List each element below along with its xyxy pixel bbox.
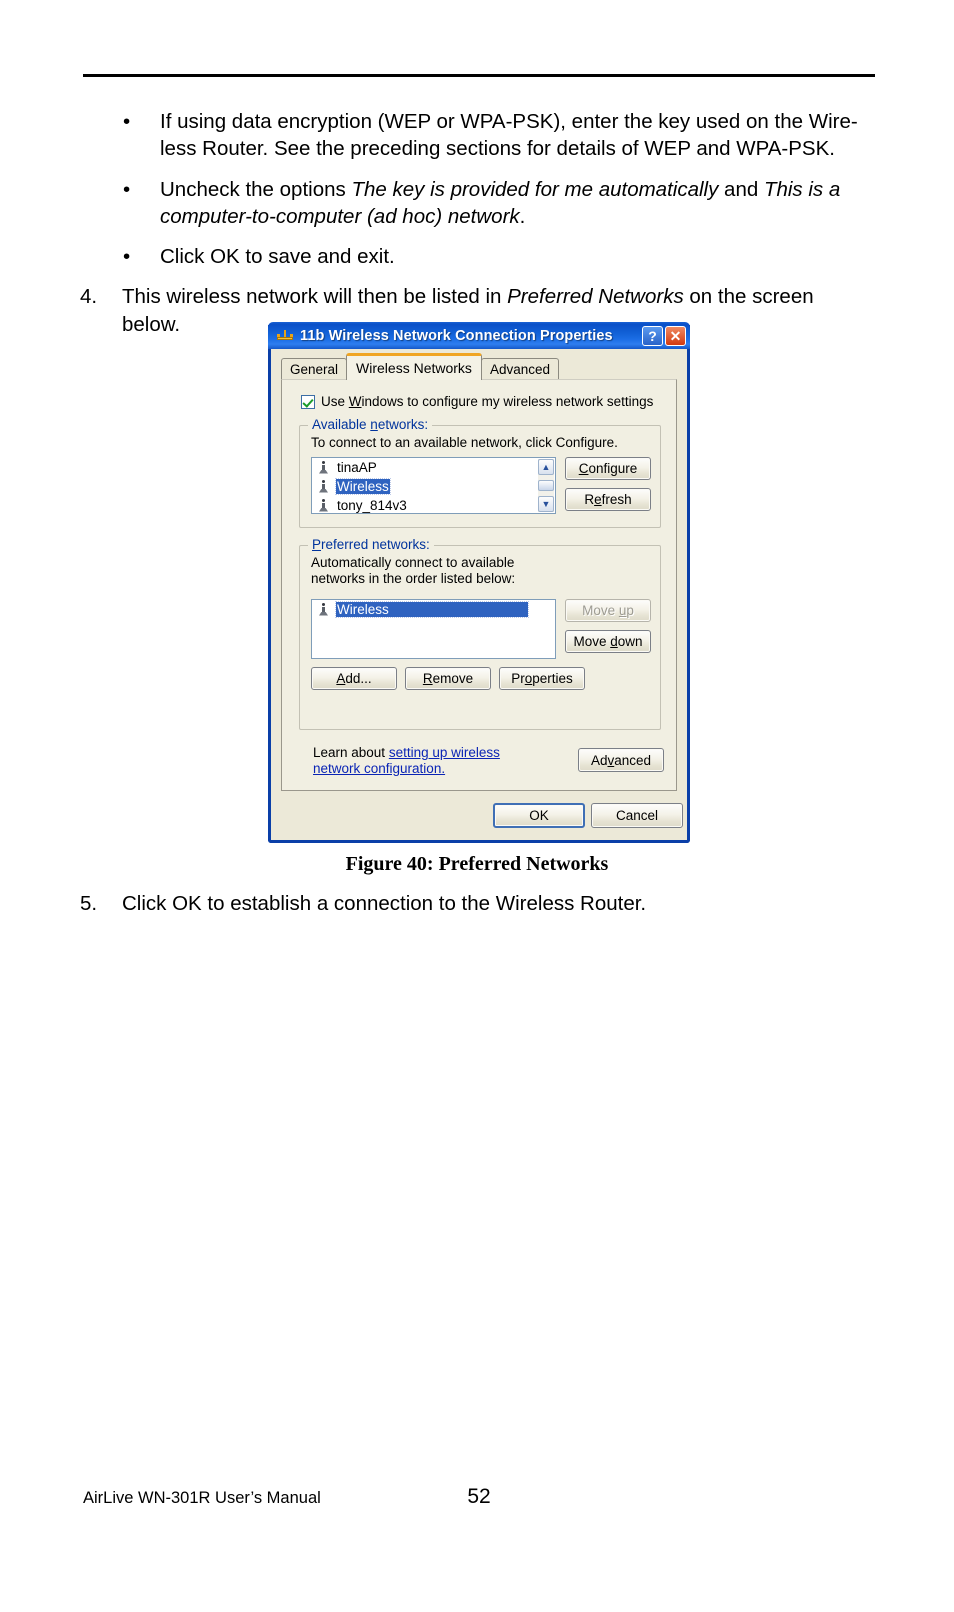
move-down-button-label: Move down [573, 634, 643, 649]
close-icon[interactable]: ✕ [665, 325, 686, 346]
learn-about-text: Learn about setting up wireless network … [313, 745, 513, 777]
wireless-network-icon [318, 479, 329, 494]
list-item[interactable]: tony_814v3 [312, 496, 555, 513]
list-item: • Click OK to save and exit. [0, 243, 954, 270]
cancel-button[interactable]: Cancel [591, 803, 683, 828]
caption-buttons: ? ✕ [642, 325, 686, 346]
wireless-network-icon [318, 460, 329, 475]
bullet-marker: • [123, 177, 131, 201]
properties-button-label: Properties [511, 671, 573, 686]
header-rule [83, 74, 875, 77]
list-item: • If using data encryption (WEP or WPA-P… [0, 108, 954, 163]
dialog-title-bar: 11b Wireless Network Connection Properti… [268, 322, 690, 349]
figure-caption: Figure 40: Preferred Networks [345, 853, 609, 875]
network-name: tony_814v3 [337, 498, 407, 513]
preferred-networks-listbox[interactable]: Wireless [311, 599, 556, 659]
step-text: Click OK to establish a connection to th… [122, 892, 647, 915]
list-item: • Uncheck the options The key is provide… [0, 176, 954, 231]
properties-button[interactable]: Properties [499, 667, 585, 690]
wireless-network-icon [318, 498, 329, 513]
step-number: 4. [80, 285, 98, 309]
footer-page-number: 52 [467, 1485, 491, 1508]
numbered-step-5: 5. Click OK to establish a connection to… [0, 890, 954, 917]
dialog-title: 11b Wireless Network Connection Properti… [300, 327, 613, 344]
list-item-text: Uncheck the options The key is provided … [160, 177, 841, 228]
list-item[interactable]: Wireless [312, 600, 555, 619]
move-down-button[interactable]: Move down [565, 630, 651, 653]
wireless-network-icon [318, 602, 329, 617]
document-body: • If using data encryption (WEP or WPA-P… [0, 108, 954, 338]
bullet-marker: • [123, 245, 131, 268]
network-name: tinaAP [337, 460, 377, 475]
preferred-networks-hint: Automatically connect to available netwo… [311, 555, 516, 586]
scrollbar-thumb[interactable] [538, 480, 554, 491]
list-item[interactable]: tinaAP [312, 458, 555, 477]
add-button[interactable]: Add... [311, 667, 397, 690]
tab-advanced[interactable]: Advanced [480, 358, 559, 380]
refresh-button[interactable]: Refresh [565, 488, 651, 511]
tab-strip: General Wireless Networks Advanced [281, 353, 559, 380]
refresh-button-label: Refresh [584, 492, 632, 507]
list-item-text: Click OK to save and exit. [160, 245, 395, 268]
tab-page-wireless-networks: Use Windows to configure my wireless net… [281, 379, 677, 791]
use-windows-checkbox-row[interactable]: Use Windows to configure my wireless net… [301, 394, 653, 409]
use-windows-checkbox[interactable] [301, 394, 315, 409]
move-up-button[interactable]: Move up [565, 599, 651, 622]
list-item-text: If using data encryption (WEP or WPA-PSK… [160, 110, 858, 161]
learn-about-prefix: Learn about [313, 745, 389, 760]
help-icon[interactable]: ? [642, 325, 663, 346]
wireless-network-properties-dialog: 11b Wireless Network Connection Properti… [268, 322, 690, 843]
page-footer: AirLive WN-301R User’s Manual 52 [83, 1485, 875, 1515]
configure-button[interactable]: Configure [565, 457, 651, 480]
configure-button-label: Configure [578, 461, 638, 476]
listbox-scrollbar[interactable]: ▲ ▼ [538, 459, 554, 512]
available-networks-hint: To connect to an available network, clic… [311, 435, 618, 450]
network-name: Wireless [335, 478, 391, 495]
ok-button[interactable]: OK [493, 803, 585, 828]
use-windows-checkbox-label: Use Windows to configure my wireless net… [321, 394, 654, 409]
scroll-up-icon[interactable]: ▲ [538, 459, 554, 475]
network-name: Wireless [335, 601, 529, 618]
scroll-down-icon[interactable]: ▼ [538, 496, 554, 512]
available-networks-group: Available networks: To connect to an ava… [299, 417, 661, 528]
remove-button[interactable]: Remove [405, 667, 491, 690]
preferred-networks-group-title: Preferred networks: [308, 537, 434, 552]
move-up-button-label: Move up [582, 603, 634, 618]
advanced-button[interactable]: Advanced [578, 748, 664, 772]
list-item[interactable]: Wireless [312, 477, 555, 496]
bullet-marker: • [123, 110, 131, 133]
tab-general[interactable]: General [281, 358, 348, 380]
tab-wireless-networks[interactable]: Wireless Networks [346, 353, 482, 380]
network-connection-icon [276, 328, 294, 344]
add-button-label: Add... [336, 671, 372, 686]
remove-button-label: Remove [422, 671, 474, 686]
advanced-button-label: Advanced [590, 752, 652, 768]
step-number: 5. [80, 892, 98, 915]
preferred-networks-group: Preferred networks: Automatically connec… [299, 537, 661, 730]
available-networks-group-title: Available networks: [308, 417, 433, 432]
available-networks-listbox[interactable]: tinaAP Wireless tony_814v3 ▲ ▼ [311, 457, 556, 514]
